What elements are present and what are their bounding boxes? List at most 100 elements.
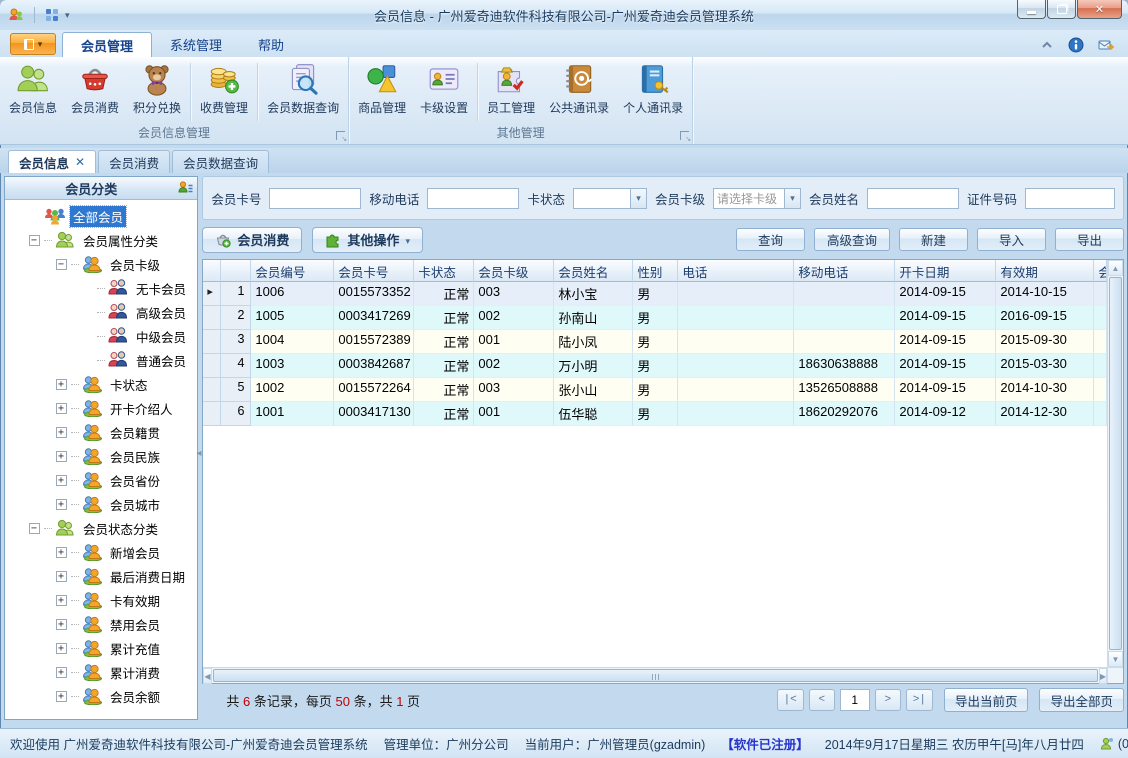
fee-management-button[interactable]: 收费管理	[193, 59, 255, 125]
prev-page-button[interactable]: <	[808, 689, 835, 711]
export-button[interactable]: 导出	[1055, 228, 1124, 251]
scroll-up-icon[interactable]	[1108, 260, 1123, 276]
tree-item-card-level[interactable]: 会员卡级	[5, 252, 197, 276]
advanced-query-button[interactable]: 高级查询	[813, 228, 890, 251]
staff-management-button[interactable]: 员工管理	[480, 59, 542, 125]
mobile-input[interactable]	[427, 187, 520, 209]
query-button[interactable]: 查询	[735, 228, 805, 251]
tree-item-city[interactable]: 会员城市	[5, 492, 197, 516]
scroll-left-icon[interactable]	[203, 668, 212, 684]
first-page-button[interactable]: |<	[776, 689, 804, 711]
member-consume-action-button[interactable]: 会员消费	[202, 226, 303, 253]
import-button[interactable]: 导入	[977, 228, 1046, 251]
expand-icon[interactable]	[56, 402, 67, 414]
tree-item-card-status[interactable]: 卡状态	[5, 372, 197, 396]
tree-item-middle-member[interactable]: 中级会员	[5, 324, 197, 348]
expand-icon[interactable]	[56, 642, 67, 654]
header-member-balance[interactable]: 会员	[1094, 260, 1107, 282]
table-row[interactable]: 2 1005 0003417269 正常 002 孙南山男 2014-09-15 2016-0…	[203, 306, 1107, 330]
table-row[interactable]: 3 1004 0015572389 正常 001 陆小凤男 2014-09-15 2015-0…	[203, 330, 1107, 354]
table-row[interactable]: 110060015573352正常003林小宝男2014-09-152014-1…	[203, 282, 1107, 306]
tab-help[interactable]: 帮助	[240, 32, 302, 57]
tree-item-attribute-category[interactable]: 会员属性分类	[5, 228, 197, 252]
horizontal-scrollbar[interactable]	[203, 668, 1107, 684]
member-consume-button[interactable]: 会员消费	[64, 59, 126, 125]
tree-item-disabled-members[interactable]: 禁用会员	[5, 612, 197, 636]
header-card-level[interactable]: 会员卡级	[474, 260, 555, 282]
tree-item-total-recharge[interactable]: 累计充值	[5, 636, 197, 660]
tree-item-total-consume[interactable]: 累计消费	[5, 660, 197, 684]
tab-close-icon[interactable]	[75, 155, 85, 169]
tree-item-senior-member[interactable]: 高级会员	[5, 300, 197, 324]
header-member-no[interactable]: 会员编号	[251, 260, 335, 282]
points-exchange-button[interactable]: 积分兑换	[126, 59, 188, 125]
expand-icon[interactable]	[56, 690, 67, 702]
mail-help-icon[interactable]	[1098, 37, 1114, 53]
horizontal-scroll-thumb[interactable]	[212, 669, 1098, 682]
expand-icon[interactable]	[56, 594, 67, 606]
app-menu-button[interactable]	[10, 33, 56, 55]
tree-item-last-consume-date[interactable]: 最后消费日期	[5, 564, 197, 588]
software-registered-link[interactable]: 【软件已注册】	[721, 734, 809, 753]
header-phone[interactable]: 电话	[678, 260, 795, 282]
tree-item-new-members[interactable]: 新增会员	[5, 540, 197, 564]
header-valid-until[interactable]: 有效期	[996, 260, 1095, 282]
header-open-date[interactable]: 开卡日期	[895, 260, 997, 282]
member-info-button[interactable]: 会员信息	[2, 59, 64, 125]
expand-icon[interactable]	[56, 546, 67, 558]
card-status-select[interactable]	[572, 187, 647, 209]
tab-member-management[interactable]: 会员管理	[62, 32, 153, 57]
header-name[interactable]: 会员姓名	[554, 260, 634, 282]
dialog-launcher-icon[interactable]	[680, 131, 691, 143]
restore-button[interactable]	[1047, 0, 1076, 19]
header-card-no[interactable]: 会员卡号	[334, 260, 415, 282]
expand-icon[interactable]	[56, 474, 67, 486]
tree-item-all-members[interactable]: 全部会员	[5, 204, 197, 228]
personal-contacts-button[interactable]: 个人通讯录	[616, 59, 690, 125]
expand-icon[interactable]	[56, 570, 67, 582]
header-gender[interactable]: 性别	[633, 260, 679, 282]
page-number-input[interactable]	[839, 689, 870, 711]
title-bar[interactable]: ▾ 会员信息 - 广州爱奇迪软件科技有限公司-广州爱奇迪会员管理系统	[0, 0, 1128, 30]
card-no-input[interactable]	[269, 187, 362, 209]
quick-access-caret-icon[interactable]: ▾	[65, 10, 70, 21]
tree-item-no-card-member[interactable]: 无卡会员	[5, 276, 197, 300]
id-no-input[interactable]	[1025, 187, 1115, 209]
vertical-scrollbar[interactable]	[1107, 260, 1123, 667]
product-management-button[interactable]: 商品管理	[351, 59, 413, 125]
vertical-scroll-thumb[interactable]	[1109, 277, 1122, 650]
category-settings-icon[interactable]	[177, 180, 193, 196]
scroll-down-icon[interactable]	[1108, 651, 1123, 667]
collapse-icon[interactable]	[29, 522, 40, 534]
doc-tab-member-consume[interactable]: 会员消费	[98, 150, 171, 173]
scroll-right-icon[interactable]	[1098, 668, 1107, 684]
sidebar-splitter[interactable]	[196, 173, 202, 728]
tree-item-member-balance[interactable]: 会员余额	[5, 684, 197, 708]
tree-item-ethnicity[interactable]: 会员民族	[5, 444, 197, 468]
collapse-icon[interactable]	[29, 234, 40, 246]
table-row[interactable]: 4 1003 0003842687 正常 002 万小明男 18630638888 2014-…	[203, 354, 1107, 378]
tab-system-management[interactable]: 系统管理	[152, 32, 240, 57]
next-page-button[interactable]: >	[874, 689, 901, 711]
close-button[interactable]	[1077, 0, 1122, 19]
table-row[interactable]: 6 1001 0003417130 正常 001 伍华聪男 18620292076 2014-…	[203, 402, 1107, 426]
tree-item-card-referrer[interactable]: 开卡介绍人	[5, 396, 197, 420]
header-mobile[interactable]: 移动电话	[794, 260, 896, 282]
tree-item-province[interactable]: 会员省份	[5, 468, 197, 492]
dialog-launcher-icon[interactable]	[336, 131, 347, 143]
expand-icon[interactable]	[56, 498, 67, 510]
dropdown-arrow-icon[interactable]	[629, 188, 646, 208]
expand-icon[interactable]	[56, 378, 67, 390]
card-level-settings-button[interactable]: 卡级设置	[413, 59, 475, 125]
minimize-button[interactable]	[1017, 0, 1046, 19]
collapse-ribbon-icon[interactable]	[1040, 38, 1054, 52]
quick-access-layout-icon[interactable]	[45, 8, 59, 22]
new-button[interactable]: 新建	[899, 228, 968, 251]
doc-tab-member-data-query[interactable]: 会员数据查询	[172, 150, 270, 173]
tree-item-normal-member[interactable]: 普通会员	[5, 348, 197, 372]
card-level-select[interactable]: 请选择卡级	[712, 187, 801, 209]
export-all-pages-button[interactable]: 导出全部页	[1039, 688, 1124, 712]
info-icon[interactable]	[1068, 37, 1084, 53]
dropdown-arrow-icon[interactable]	[783, 188, 800, 208]
expand-icon[interactable]	[56, 426, 67, 438]
